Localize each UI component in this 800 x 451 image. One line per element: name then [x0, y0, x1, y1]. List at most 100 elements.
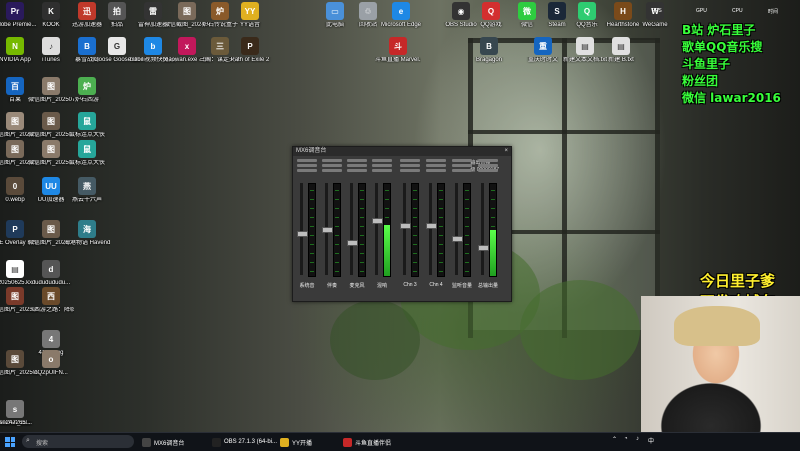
channel-toggle-button[interactable]: [426, 169, 446, 172]
input-language[interactable]: 中: [648, 436, 654, 445]
mixer-channel: 总输出量: [476, 157, 500, 295]
desktop-icon-label: 鼠标连点大侠: [68, 160, 105, 166]
channel-toggle-button[interactable]: [322, 159, 342, 162]
fader-knob[interactable]: [452, 235, 463, 242]
tray-chevron-up-icon[interactable]: ⌃: [612, 436, 617, 443]
desktop-icon-label: sn247265...: [0, 420, 31, 426]
fader-knob[interactable]: [372, 218, 383, 225]
desktop-icon[interactable]: e Microsoft Edge: [378, 2, 424, 29]
app-icon: 图: [6, 140, 24, 158]
desktop-icon[interactable]: 鼠鼠标连点大侠: [64, 140, 110, 167]
channel-toggle-button[interactable]: [372, 164, 392, 167]
fader-knob[interactable]: [478, 244, 489, 251]
desktop-icon[interactable]: YY YY语音: [227, 2, 273, 29]
channel-toggle-button[interactable]: [478, 169, 498, 172]
meter-tick: [439, 235, 443, 236]
desktop-icon[interactable]: d dududududu...: [28, 260, 74, 287]
overlay-douyu: 斗鱼里子: [682, 57, 731, 71]
channel-toggle-button[interactable]: [322, 169, 342, 172]
meter-tick: [310, 190, 314, 191]
taskbar-app-button[interactable]: OBS 27.1.3 (64-bi...: [212, 435, 277, 449]
meter-tick: [310, 217, 314, 218]
channel-buttons: [297, 159, 317, 174]
desktop-icon[interactable]: B Bragagon: [466, 37, 512, 64]
webcam-feed: [641, 296, 800, 432]
meter-tick: [465, 226, 469, 227]
channel-toggle-button[interactable]: [426, 164, 446, 167]
channel-toggle-button[interactable]: [426, 159, 446, 162]
channel-toggle-button[interactable]: [400, 169, 420, 172]
desktop-icon-label: 新建 B.txt: [608, 57, 634, 63]
channel-toggle-button[interactable]: [452, 164, 472, 167]
volume-icon[interactable]: ♪: [636, 436, 639, 442]
desktop-icon[interactable]: 斗斗鱼直播 Marvel...: [375, 37, 421, 64]
channel-toggle-button[interactable]: [452, 159, 472, 162]
channel-toggle-button[interactable]: [372, 159, 392, 162]
fps-label: FPS: [652, 8, 662, 14]
search-input[interactable]: ⌕ 搜索: [22, 435, 134, 448]
fader-knob[interactable]: [297, 231, 308, 238]
channel-toggle-button[interactable]: [297, 159, 317, 162]
desktop-icon[interactable]: 海海港物语 Havendock: [64, 220, 110, 247]
channel-toggle-button[interactable]: [372, 169, 392, 172]
channel-toggle-button[interactable]: [297, 164, 317, 167]
desktop-icon[interactable]: ▤ 新建 B.txt: [598, 37, 644, 64]
desktop-icon-label: Microsoft Edge: [380, 22, 422, 28]
channel-toggle-button[interactable]: [347, 169, 367, 172]
meter-tick: [465, 235, 469, 236]
windows-start-icon[interactable]: [5, 437, 15, 447]
taskbar-app-button[interactable]: 斗鱼直播伴侣: [343, 435, 391, 449]
meter-tick: [439, 271, 443, 272]
desktop-icon[interactable]: 西《西游之路：降临》委托...: [28, 287, 74, 314]
app-icon: Q: [578, 2, 596, 20]
fader-knob[interactable]: [426, 222, 437, 229]
channel-toggle-button[interactable]: [347, 159, 367, 162]
channel-toggle-button[interactable]: [478, 159, 498, 162]
channel-toggle-button[interactable]: [347, 164, 367, 167]
app-icon: 图: [6, 287, 24, 305]
desktop-icon[interactable]: P Path of Exile 2: [227, 37, 273, 64]
network-icon[interactable]: ◔: [624, 436, 628, 442]
channel-toggle-button[interactable]: [400, 159, 420, 162]
app-icon: 鼠: [78, 112, 96, 130]
desktop-icon[interactable]: s sn247265...: [0, 400, 38, 427]
meter-tick: [335, 217, 339, 218]
desktop-icon[interactable]: 炉炉石西游: [64, 77, 110, 104]
channel-toggle-button[interactable]: [400, 164, 420, 167]
overlay-promo-1: 今日里子爹: [700, 272, 776, 290]
meter-tick: [310, 253, 314, 254]
close-icon[interactable]: ×: [504, 147, 508, 156]
mixer-window[interactable]: MX6调音台 × 输出音频 级 00000187 系统音伴奏麦克风混响Chn 3…: [292, 146, 512, 302]
fader-knob[interactable]: [322, 227, 333, 233]
level-meter: [489, 183, 497, 277]
taskbar-app-button[interactable]: YY开播: [280, 435, 312, 449]
app-icon: e: [392, 2, 410, 20]
meter-tick: [360, 199, 364, 200]
channel-toggle-button[interactable]: [478, 164, 498, 167]
meter-tick: [491, 199, 495, 200]
meter-tick: [439, 262, 443, 263]
channel-toggle-button[interactable]: [452, 169, 472, 172]
desktop-icon-label: dududududu...: [31, 280, 71, 286]
overlay-bilibili: B站 炉石里子: [682, 23, 756, 37]
fader-track: [429, 183, 432, 275]
app-icon: ▤: [612, 37, 630, 55]
desktop-icon-label: 重庆时时文: [527, 57, 558, 63]
desktop-icon[interactable]: 鼠鼠标连点大侠: [64, 112, 110, 139]
channel-toggle-button[interactable]: [297, 169, 317, 172]
fader-knob[interactable]: [347, 240, 358, 247]
meter-tick: [413, 217, 417, 218]
channel-toggle-button[interactable]: [322, 164, 342, 167]
app-icon: 0: [6, 177, 24, 195]
app-icon: 雷: [144, 2, 162, 20]
mixer-titlebar[interactable]: MX6调音台 ×: [293, 147, 511, 156]
desktop-icon[interactable]: 燕燕云十六声: [64, 177, 110, 204]
level-meter: [463, 183, 471, 277]
fader-knob[interactable]: [400, 222, 411, 229]
desktop-icon[interactable]: o oQ2pUIFN...: [28, 350, 74, 377]
meter-tick: [413, 271, 417, 272]
taskbar-app-button[interactable]: MX6调音台: [142, 435, 184, 449]
app-icon: [343, 437, 352, 447]
desktop-icon[interactable]: 重重庆时时文: [520, 37, 566, 64]
app-icon: ▤: [6, 260, 24, 278]
